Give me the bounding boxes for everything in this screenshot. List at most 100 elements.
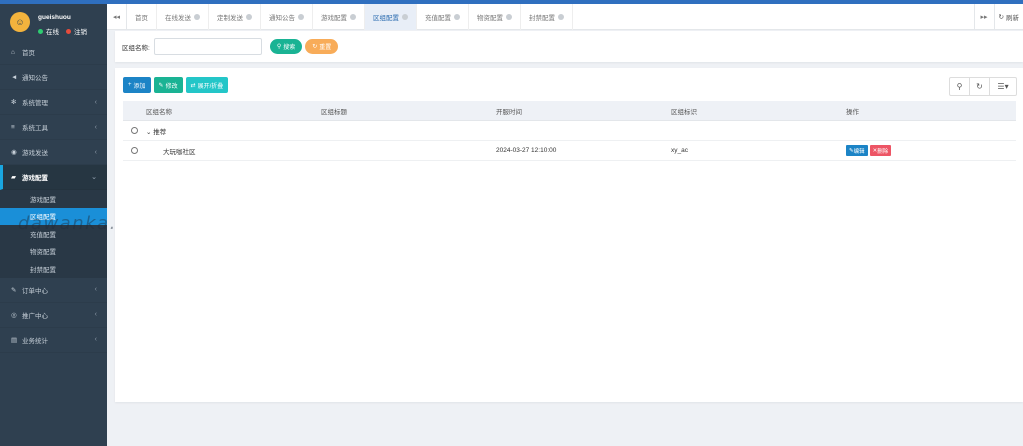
table-row: ⌄ 推荐 bbox=[123, 121, 1016, 141]
submenu-item-goods-config[interactable]: 物资配置 bbox=[0, 243, 107, 261]
search-button[interactable]: ⚲ 搜索 bbox=[269, 39, 303, 54]
sidebar-item-label: 系统工具 bbox=[22, 125, 48, 132]
tab-zone-config[interactable]: 区组配置 bbox=[365, 3, 417, 30]
row-radio[interactable] bbox=[131, 147, 138, 154]
tab-notices[interactable]: 通知公告 bbox=[261, 3, 313, 30]
row-select-cell bbox=[123, 127, 146, 134]
pencil-icon: ✎ bbox=[11, 286, 17, 294]
sidebar-item-promotion[interactable]: ◎ 推广中心 ‹ bbox=[0, 303, 107, 328]
online-dot-icon bbox=[38, 28, 43, 34]
search-panel: 区组名称: ⚲ 搜索 ↻ 重置 bbox=[115, 31, 1023, 62]
close-icon[interactable] bbox=[246, 13, 252, 20]
close-icon[interactable] bbox=[350, 13, 356, 20]
avatar[interactable]: ☺ bbox=[10, 12, 30, 32]
tab-label: 充值配置 bbox=[425, 14, 451, 22]
eye-icon: ◎ bbox=[11, 311, 17, 319]
row-delete-button[interactable]: ✕ 删除 bbox=[869, 145, 892, 156]
table-refresh-button[interactable]: ↻ bbox=[970, 78, 990, 95]
exchange-icon: ⇄ bbox=[190, 82, 196, 89]
row-edit-label: 编辑 bbox=[853, 148, 865, 155]
row-edit-button[interactable]: ✎ 编辑 bbox=[846, 145, 868, 156]
plus-icon: + bbox=[128, 82, 132, 88]
edit-button-label: 修改 bbox=[165, 83, 178, 90]
user-profile: ☺ gueishuou 在线 注销 bbox=[0, 4, 107, 40]
reset-icon: ↻ bbox=[312, 44, 318, 50]
main-panel: + 添加 ✎ 修改 ⇄ 展开/折叠 ⚲ ↻ ☰▾ 区组名称 区组标题 开服时间 区组标… bbox=[115, 68, 1023, 402]
row-radio[interactable] bbox=[131, 127, 138, 134]
submenu-item-ban-config[interactable]: 封禁配置 bbox=[0, 260, 107, 278]
search-label: 区组名称: bbox=[122, 44, 150, 52]
reset-button[interactable]: ↻ 重置 bbox=[305, 39, 339, 54]
sidebar-menu: ⌂ 首页 ◄ 通知公告 ✻ 系统管理 ‹ ≡ 系统工具 ‹ ◉ 游戏发送 ‹ ▰ 游戏配置 ⌄ 游戏… bbox=[0, 40, 107, 353]
chevron-left-icon: ‹ bbox=[94, 98, 97, 106]
close-icon[interactable] bbox=[298, 13, 304, 20]
tab-label: 定制发送 bbox=[217, 14, 243, 22]
sidebar-item-label: 通知公告 bbox=[22, 75, 48, 82]
sidebar-item-game-send[interactable]: ◉ 游戏发送 ‹ bbox=[0, 140, 107, 165]
actions-cell: ✎ 编辑 ✕ 删除 bbox=[846, 145, 1016, 156]
tab-label: 通知公告 bbox=[269, 14, 295, 22]
tab-custom-send[interactable]: 定制发送 bbox=[209, 3, 261, 30]
expand-collapse-button[interactable]: ⇄ 展开/折叠 bbox=[185, 77, 229, 93]
submenu-item-game-config[interactable]: 游戏配置 bbox=[0, 190, 107, 208]
tab-label: 游戏配置 bbox=[321, 14, 347, 22]
close-icon[interactable] bbox=[454, 13, 460, 20]
tab-label: 在线发送 bbox=[165, 14, 191, 22]
username: gueishuou bbox=[38, 14, 71, 21]
close-icon[interactable] bbox=[194, 13, 200, 20]
refresh-button[interactable]: ↻ 刷新 bbox=[993, 3, 1023, 30]
tab-home[interactable]: 首页 bbox=[127, 3, 157, 30]
close-icon[interactable] bbox=[402, 13, 408, 20]
chevron-down-icon[interactable]: ⌄ bbox=[146, 129, 151, 136]
tabs-right-tools: ▸▸ ↻ 刷新 bbox=[973, 3, 1023, 30]
column-header-open-time[interactable]: 开服时间 bbox=[496, 106, 671, 116]
column-header-zone-name[interactable]: 区组名称 bbox=[146, 106, 321, 116]
sidebar-item-statistics[interactable]: ▤ 业务统计 ‹ bbox=[0, 328, 107, 353]
zone-name-cell: ⌄ 推荐 bbox=[146, 126, 321, 136]
tab-game-config[interactable]: 游戏配置 bbox=[313, 3, 365, 30]
expand-button-label: 展开/折叠 bbox=[197, 83, 224, 90]
column-header-actions: 操作 bbox=[846, 108, 859, 116]
tab-goods-config[interactable]: 物资配置 bbox=[469, 3, 521, 30]
toolbar: + 添加 ✎ 修改 ⇄ 展开/折叠 bbox=[123, 77, 229, 93]
table-search-button[interactable]: ⚲ bbox=[950, 78, 970, 95]
tabs-scroll-right-button[interactable]: ▸▸ bbox=[973, 3, 994, 30]
car-icon: ▰ bbox=[11, 174, 16, 181]
edit-button[interactable]: ✎ 修改 bbox=[153, 77, 183, 93]
column-header-zone-title[interactable]: 区组标题 bbox=[321, 106, 496, 116]
tab-online-send[interactable]: 在线发送 bbox=[157, 3, 209, 30]
sidebar-item-system-management[interactable]: ✻ 系统管理 ‹ bbox=[0, 90, 107, 115]
chart-icon: ▤ bbox=[11, 336, 18, 344]
zone-name-text: 推荐 bbox=[153, 128, 167, 136]
tabs-scroll-left-button[interactable]: ◂◂ bbox=[107, 3, 127, 30]
refresh-icon: ↻ bbox=[976, 82, 983, 91]
logout-link[interactable]: 注销 bbox=[74, 26, 87, 36]
zone-name-text: 大玩咖社区 bbox=[163, 148, 196, 156]
close-icon[interactable] bbox=[558, 13, 564, 20]
columns-toggle-button[interactable]: ☰▾ bbox=[990, 78, 1016, 95]
refresh-label: 刷新 bbox=[1006, 14, 1019, 22]
gear-icon: ✻ bbox=[11, 99, 17, 106]
close-icon[interactable] bbox=[506, 13, 512, 20]
sidebar-item-notices[interactable]: ◄ 通知公告 bbox=[0, 65, 107, 90]
sidebar-item-label: 推广中心 bbox=[22, 312, 48, 320]
tab-ban-config[interactable]: 封禁配置 bbox=[521, 3, 573, 30]
sidebar-item-label: 游戏发送 bbox=[22, 150, 48, 157]
home-icon: ⌂ bbox=[11, 48, 15, 56]
chevron-left-icon: ‹ bbox=[94, 286, 97, 293]
zone-name-input[interactable] bbox=[153, 38, 262, 55]
column-header-zone-tag[interactable]: 区组标识 bbox=[671, 106, 846, 116]
sidebar-item-system-tools[interactable]: ≡ 系统工具 ‹ bbox=[0, 115, 107, 140]
add-button[interactable]: + 添加 bbox=[123, 77, 151, 93]
status-online: 在线 bbox=[46, 29, 59, 36]
list-icon: ☰▾ bbox=[997, 82, 1009, 91]
sidebar-item-home[interactable]: ⌂ 首页 bbox=[0, 40, 107, 65]
zone-tag-cell: xy_ac bbox=[671, 147, 688, 154]
sidebar-item-orders[interactable]: ✎ 订单中心 ‹ bbox=[0, 278, 107, 303]
tab-recharge-config[interactable]: 充值配置 bbox=[417, 3, 469, 30]
zone-name-cell: 大玩咖社区 bbox=[146, 146, 321, 156]
search-icon: ⚲ bbox=[956, 82, 963, 91]
sidebar-item-label: 订单中心 bbox=[22, 287, 48, 295]
sidebar-item-label: 系统管理 bbox=[22, 100, 48, 107]
sidebar-item-game-config[interactable]: ▰ 游戏配置 ⌄ bbox=[0, 165, 107, 190]
